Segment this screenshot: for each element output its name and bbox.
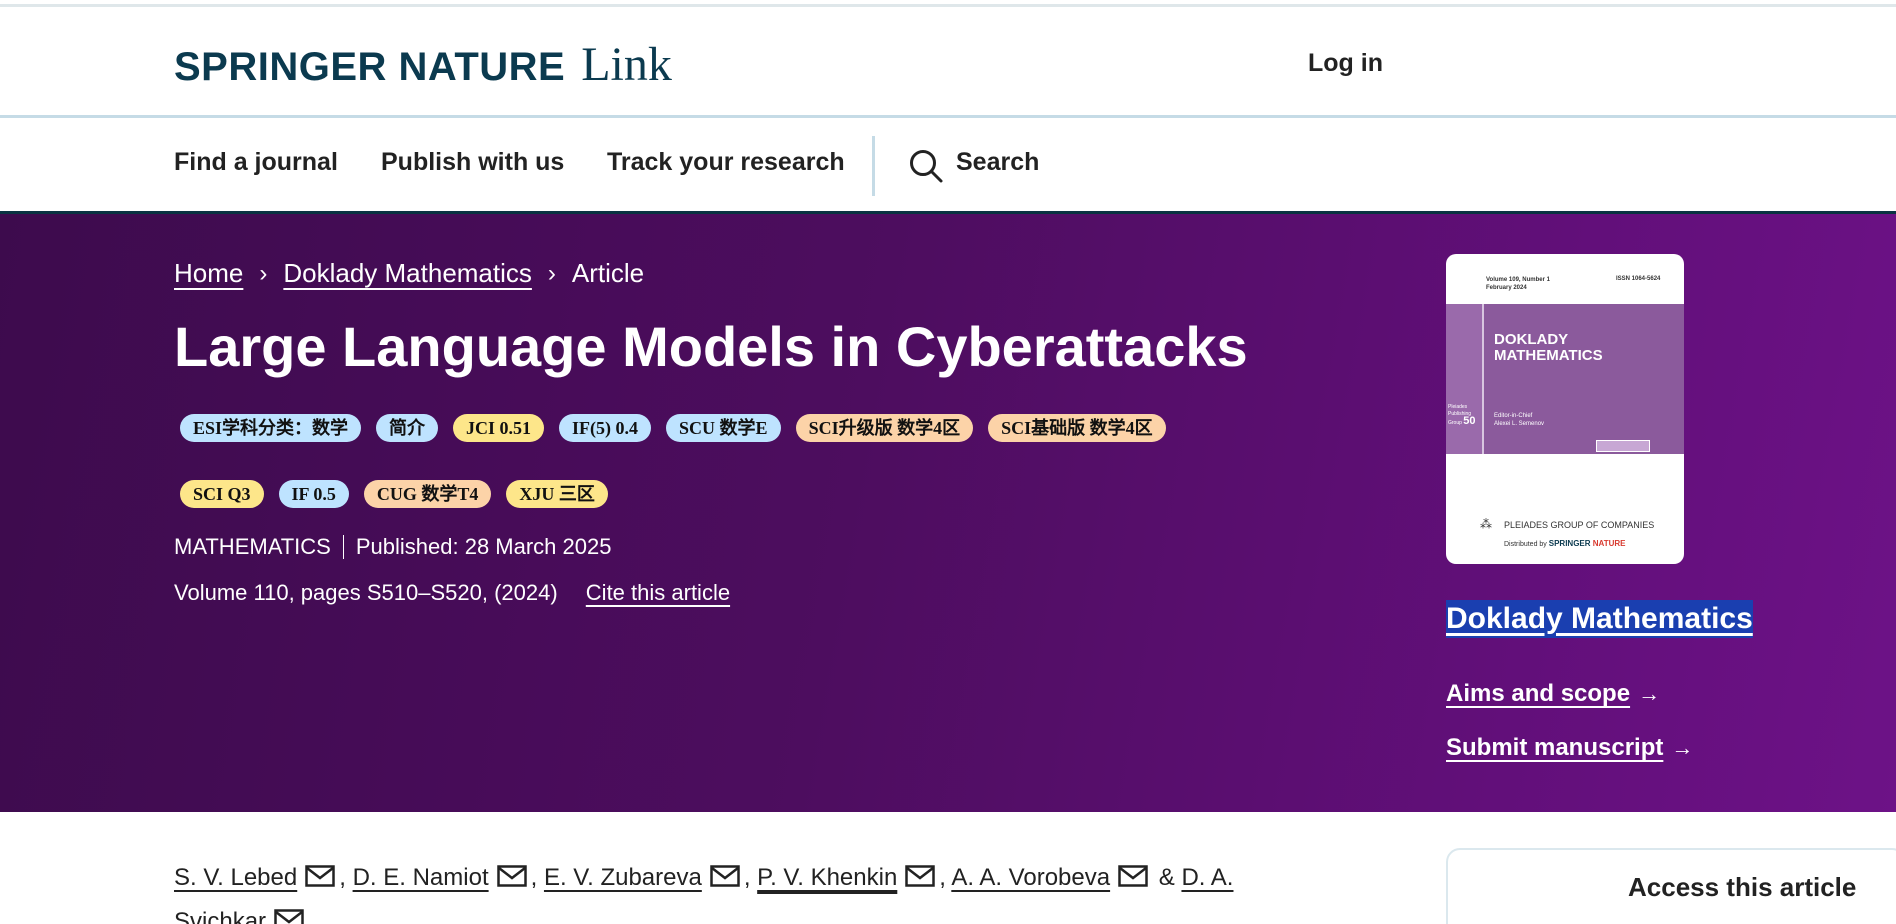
main-nav: Find a journal Publish with us Track you… bbox=[0, 118, 1896, 214]
top-border bbox=[0, 0, 1896, 7]
mail-icon[interactable] bbox=[905, 865, 936, 887]
access-article-heading: Access this article bbox=[1628, 872, 1857, 902]
nav-search[interactable]: Search bbox=[956, 148, 1039, 177]
brand-header: SPRINGER NATURE Link Log in bbox=[0, 7, 1896, 118]
cover-issn: ISSN 1064-5624 bbox=[1616, 276, 1661, 282]
mail-icon[interactable] bbox=[496, 865, 527, 887]
arrow-right-icon: → bbox=[1671, 735, 1694, 760]
author-link[interactable]: S. V. Lebed bbox=[174, 864, 297, 891]
badge-cug[interactable]: CUG 数学T4 bbox=[363, 480, 492, 508]
author-link[interactable]: E. V. Zubareva bbox=[544, 864, 702, 891]
cover-50-years-mark: Pleiades Publishing Group 50 bbox=[1448, 404, 1476, 427]
volume-pages: Volume 110, pages S510–S520, (2024) bbox=[174, 580, 558, 605]
article-title: Large Language Models in Cyberattacks bbox=[174, 315, 1248, 378]
badge-if[interactable]: IF 0.5 bbox=[278, 480, 349, 508]
cover-journal-title: DOKLADY MATHEMATICS bbox=[1494, 331, 1603, 364]
badge-sci-basic[interactable]: SCI基础版 数学4区 bbox=[988, 414, 1166, 442]
arrow-right-icon: → bbox=[1638, 681, 1661, 706]
badge-if5[interactable]: IF(5) 0.4 bbox=[559, 414, 652, 442]
springer-nature-link-logo[interactable]: SPRINGER NATURE Link bbox=[174, 37, 672, 92]
nav-track-research[interactable]: Track your research bbox=[607, 148, 845, 177]
breadcrumb-article: Article bbox=[571, 258, 645, 288]
pleiades-logo-icon: ⁂ bbox=[1480, 517, 1492, 531]
published-date: Published: 28 March 2025 bbox=[355, 534, 612, 559]
badge-xju[interactable]: XJU 三区 bbox=[506, 480, 608, 508]
badge-sci-q3[interactable]: SCI Q3 bbox=[180, 480, 264, 508]
breadcrumb-home[interactable]: Home bbox=[174, 258, 243, 289]
volume-line: Volume 110, pages S510–S520, (2024) Cite… bbox=[174, 580, 730, 606]
mail-icon[interactable] bbox=[274, 909, 304, 924]
article-hero: Home › Doklady Mathematics › Article Lar… bbox=[0, 214, 1896, 812]
journal-badges-row-2: SCI Q3 IF 0.5 CUG 数学T4 XJU 三区 bbox=[180, 480, 1280, 508]
author-link[interactable]: P. V. Khenkin bbox=[757, 864, 897, 891]
access-article-panel: Access this article bbox=[1446, 848, 1896, 924]
logo-brand-text: SPRINGER NATURE bbox=[174, 45, 566, 89]
badge-jci[interactable]: JCI 0.51 bbox=[453, 414, 545, 442]
cover-chip bbox=[1596, 440, 1650, 452]
search-icon[interactable] bbox=[908, 148, 944, 184]
author-link[interactable]: A. A. Vorobeva bbox=[951, 864, 1110, 891]
chevron-right-icon: › bbox=[259, 259, 268, 287]
mail-icon[interactable] bbox=[305, 865, 335, 887]
mail-icon[interactable] bbox=[1118, 865, 1148, 887]
author-list: S. V. Lebed, D. E. Namiot, E. V. Zubarev… bbox=[174, 856, 1274, 924]
article-meta: MATHEMATICS Published: 28 March 2025 bbox=[174, 534, 611, 560]
logo-link-text: Link bbox=[581, 38, 672, 91]
cite-article-link[interactable]: Cite this article bbox=[586, 580, 730, 605]
submit-manuscript-link[interactable]: Submit manuscript → bbox=[1446, 734, 1693, 762]
badge-scu[interactable]: SCU 数学E bbox=[666, 414, 781, 442]
badge-intro[interactable]: 简介 bbox=[376, 414, 439, 442]
cover-band: Pleiades Publishing Group 50 DOKLADY MAT… bbox=[1446, 304, 1684, 454]
cover-pleiades: ⁂ PLEIADES GROUP OF COMPANIES bbox=[1480, 517, 1655, 531]
article-subject: MATHEMATICS bbox=[174, 534, 331, 559]
breadcrumb-journal[interactable]: Doklady Mathematics bbox=[283, 258, 532, 289]
author-link[interactable]: D. E. Namiot bbox=[353, 864, 489, 891]
badge-esi[interactable]: ESI学科分类：数学 bbox=[180, 414, 362, 442]
cover-volume: Volume 109, Number 1 February 2024 bbox=[1486, 277, 1550, 291]
nav-find-journal[interactable]: Find a journal bbox=[174, 148, 338, 177]
cover-top: Volume 109, Number 1 February 2024 ISSN … bbox=[1446, 254, 1684, 304]
aims-scope-link[interactable]: Aims and scope → bbox=[1446, 680, 1660, 708]
badge-sci-upgrade[interactable]: SCI升级版 数学4区 bbox=[795, 414, 974, 442]
journal-cover-image[interactable]: Volume 109, Number 1 February 2024 ISSN … bbox=[1446, 254, 1684, 564]
cover-spine: Pleiades Publishing Group 50 bbox=[1446, 304, 1484, 454]
nav-divider bbox=[872, 136, 875, 196]
breadcrumb: Home › Doklady Mathematics › Article bbox=[174, 258, 644, 289]
login-link[interactable]: Log in bbox=[1308, 49, 1383, 78]
mail-icon[interactable] bbox=[710, 865, 740, 887]
meta-divider bbox=[342, 535, 344, 559]
chevron-right-icon: › bbox=[547, 259, 556, 287]
cover-editor: Editor-in-Chief Alexei L. Semenov bbox=[1494, 413, 1545, 427]
journal-badges-row-1: ESI学科分类：数学 简介 JCI 0.51 IF(5) 0.4 SCU 数学E… bbox=[180, 414, 1280, 442]
author-ampersand: & bbox=[1158, 864, 1175, 891]
cover-distributed: Distributed by SPRINGER NATURE bbox=[1504, 539, 1626, 548]
nav-publish-with-us[interactable]: Publish with us bbox=[381, 148, 564, 177]
journal-name-link[interactable]: Doklady Mathematics bbox=[1446, 600, 1753, 638]
